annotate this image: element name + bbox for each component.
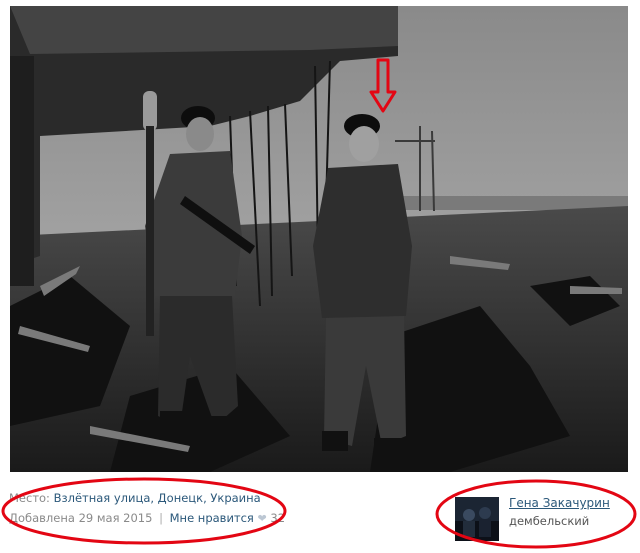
author-name[interactable]: Гена Закачурин (509, 496, 610, 510)
separator: | (159, 511, 163, 525)
place-link[interactable]: Взлётная улица, Донецк, Украина (54, 491, 261, 505)
author-status: дембельский (509, 514, 590, 528)
arrow-down-icon (369, 58, 397, 113)
added-date: Добавлена 29 мая 2015 (9, 511, 153, 525)
author-card[interactable]: Гена Закачурин дембельский (452, 494, 632, 546)
heart-icon[interactable]: ❤ (258, 509, 267, 529)
place-row: Место: Взлётная улица, Донецк, Украина (0, 488, 440, 508)
avatar[interactable] (455, 497, 499, 541)
post-photo[interactable] (10, 6, 628, 472)
place-label: Место: (9, 491, 50, 505)
date-like-row: Добавлена 29 мая 2015 | Мне нравится ❤ 3… (0, 508, 440, 529)
like-button[interactable]: Мне нравится (170, 511, 254, 525)
like-count: 32 (270, 511, 286, 525)
post-meta: Место: Взлётная улица, Донецк, Украина Д… (0, 488, 440, 529)
